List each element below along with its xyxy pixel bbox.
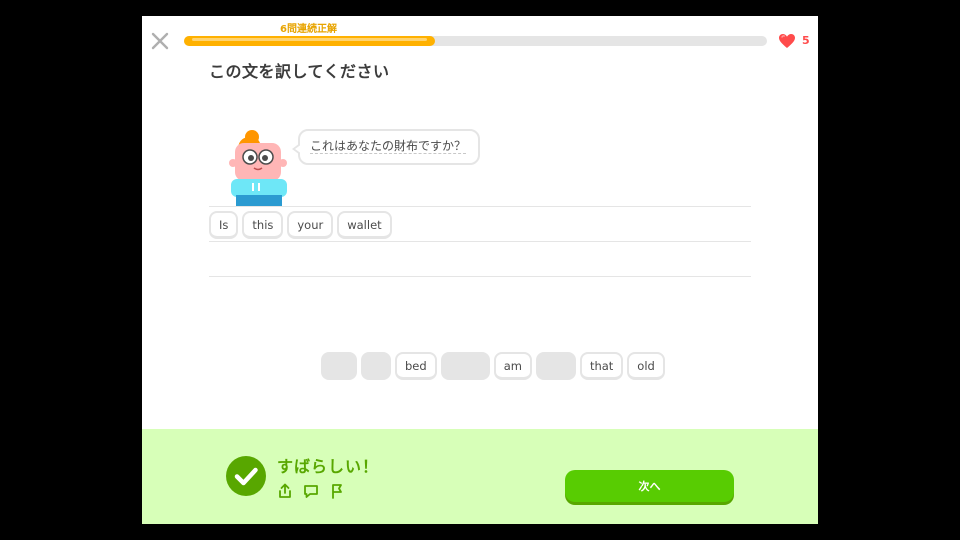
- streak-label: 6問連続正解: [280, 24, 337, 35]
- word-bank-tile[interactable]: am: [493, 352, 532, 380]
- progress-bar-highlight: [192, 38, 427, 41]
- close-icon[interactable]: [150, 31, 170, 51]
- word-bank-tile[interactable]: old: [627, 352, 665, 380]
- answer-line-bottom: [209, 276, 751, 277]
- empty-word-slot: [321, 352, 357, 380]
- feedback-panel: すばらしい！ 次へ: [142, 429, 818, 524]
- heart-icon: [778, 33, 796, 49]
- word-bank-tile[interactable]: that: [579, 352, 624, 380]
- character-avatar: [228, 129, 290, 207]
- lesson-screen: 6問連続正解 5 この文を訳してください これはあなたの財布ですか？ Is th…: [142, 16, 818, 524]
- comment-icon[interactable]: [303, 483, 319, 499]
- answer-tile[interactable]: this: [242, 211, 284, 239]
- speech-bubble: これはあなたの財布ですか？: [292, 129, 480, 165]
- empty-word-slot: [361, 352, 391, 380]
- answer-line-middle: [209, 241, 751, 242]
- word-bank-tile[interactable]: bed: [395, 352, 437, 380]
- answer-tile[interactable]: your: [287, 211, 334, 239]
- answer-line-top: [209, 206, 751, 207]
- feedback-message: すばらしい！: [277, 457, 380, 476]
- word-bank: bed am that old: [321, 352, 665, 380]
- empty-word-slot: [535, 352, 576, 380]
- share-icon[interactable]: [277, 483, 293, 499]
- progress-bar: [184, 36, 767, 46]
- next-button[interactable]: 次へ: [565, 470, 734, 502]
- answer-area: Is this your wallet: [209, 211, 392, 239]
- hearts-count: 5: [802, 34, 810, 47]
- answer-tile[interactable]: Is: [209, 211, 239, 239]
- empty-word-slot: [440, 352, 490, 380]
- report-flag-icon[interactable]: [329, 483, 345, 499]
- page-title: この文を訳してください: [209, 62, 390, 81]
- prompt-sentence[interactable]: これはあなたの財布ですか？: [310, 139, 467, 154]
- checkmark-icon: [226, 456, 266, 496]
- answer-tile[interactable]: wallet: [337, 211, 392, 239]
